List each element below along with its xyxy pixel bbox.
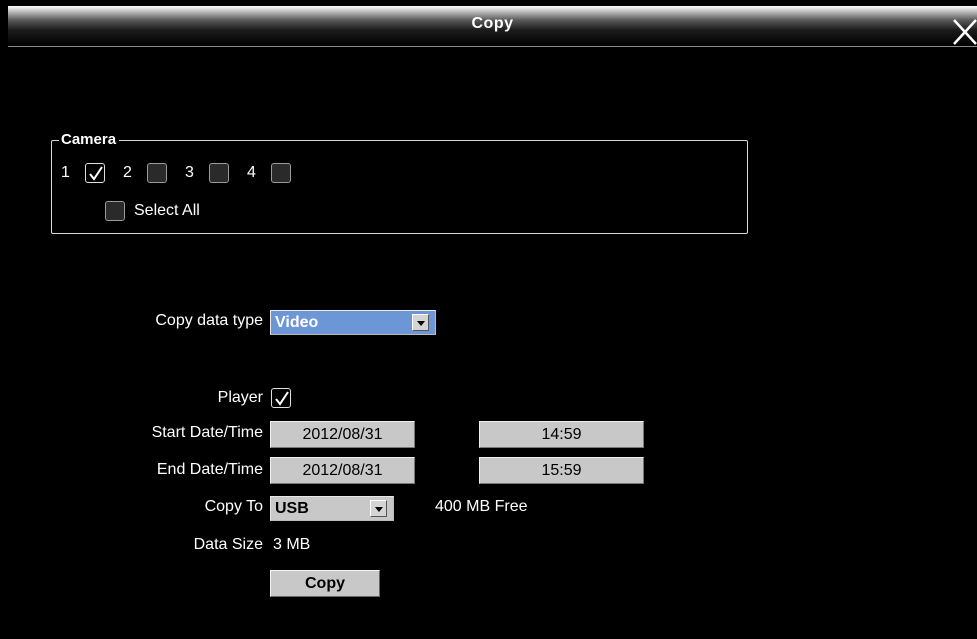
close-icon	[953, 19, 977, 45]
camera-channel-2: 2	[123, 163, 167, 183]
copy-dialog: Copy Camera 1 2 3 4 Select All Copy data…	[8, 0, 977, 639]
chevron-down-icon[interactable]	[370, 500, 387, 517]
camera-2-checkbox[interactable]	[147, 163, 167, 183]
camera-channel-4: 4	[247, 163, 291, 183]
camera-channel-label: 3	[185, 164, 194, 181]
close-button[interactable]	[951, 16, 977, 46]
start-time-field[interactable]: 14:59	[479, 421, 644, 448]
camera-channel-label: 1	[61, 164, 70, 181]
start-datetime-label: Start Date/Time	[151, 424, 263, 441]
title-bar: Copy	[8, 6, 977, 47]
free-space-text: 400 MB Free	[435, 498, 528, 515]
copy-button[interactable]: Copy	[270, 570, 380, 597]
copy-data-type-value: Video	[275, 314, 319, 331]
data-size-value: 3 MB	[273, 536, 311, 553]
dialog-title: Copy	[471, 15, 514, 32]
select-all-checkbox[interactable]	[105, 201, 125, 221]
end-datetime-label: End Date/Time	[156, 461, 263, 478]
select-all-label: Select All	[134, 202, 200, 219]
camera-channel-3: 3	[185, 163, 229, 183]
player-checkbox[interactable]	[271, 388, 291, 408]
data-size-label: Data Size	[193, 536, 263, 553]
camera-4-checkbox[interactable]	[271, 163, 291, 183]
camera-1-checkbox[interactable]	[85, 163, 105, 183]
end-time-field[interactable]: 15:59	[479, 457, 644, 484]
start-date-field[interactable]: 2012/08/31	[270, 421, 415, 448]
camera-group: Camera 1 2 3 4 Select All	[51, 131, 748, 234]
camera-channel-1: 1	[61, 163, 105, 183]
copy-to-label: Copy To	[204, 498, 263, 515]
checkmark-icon	[89, 166, 103, 181]
camera-channel-row: 1 2 3 4	[61, 161, 309, 185]
chevron-down-icon[interactable]	[412, 314, 429, 331]
camera-channel-label: 4	[247, 164, 256, 181]
camera-3-checkbox[interactable]	[209, 163, 229, 183]
copy-data-type-select[interactable]: Video	[270, 310, 436, 335]
copy-to-value: USB	[275, 500, 309, 517]
copy-to-select[interactable]: USB	[270, 496, 394, 521]
end-date-field[interactable]: 2012/08/31	[270, 457, 415, 484]
copy-data-type-label: Copy data type	[155, 312, 263, 329]
player-label: Player	[217, 389, 263, 406]
select-all-row: Select All	[105, 201, 200, 221]
camera-group-legend: Camera	[59, 131, 120, 149]
camera-channel-label: 2	[123, 164, 132, 181]
checkmark-icon	[275, 391, 289, 406]
